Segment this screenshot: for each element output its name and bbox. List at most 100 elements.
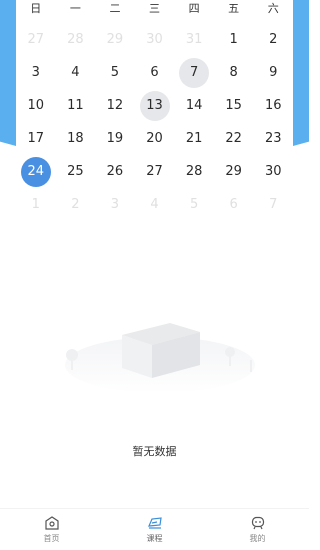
calendar-day[interactable]: 23: [258, 124, 288, 154]
calendar: 日 一 二 三 四 五 六 27 28 29 30 31 1 2 3 4 5 6 7 8 9 10 11 12 1…: [16, 0, 293, 218]
calendar-cell: 20: [135, 122, 175, 155]
calendar-cell: 21: [174, 122, 214, 155]
calendar-day[interactable]: 9: [258, 58, 288, 88]
calendar-day[interactable]: 14: [179, 91, 209, 121]
calendar-cell: 17: [16, 122, 56, 155]
calendar-day[interactable]: 6: [140, 58, 170, 88]
calendar-cell: 7: [174, 56, 214, 89]
calendar-week-row: 24 25 26 27 28 29 30: [16, 155, 293, 188]
weekday-sat: 六: [267, 2, 279, 15]
calendar-day[interactable]: 29: [219, 157, 249, 187]
calendar-week-row: 10 11 12 13 14 15 16: [16, 89, 293, 122]
calendar-day[interactable]: 26: [100, 157, 130, 187]
calendar-cell: 3: [16, 56, 56, 89]
calendar-day[interactable]: 6: [219, 190, 249, 220]
calendar-week-row: 27 28 29 30 31 1 2: [16, 23, 293, 56]
calendar-day[interactable]: 1: [21, 190, 51, 220]
calendar-day[interactable]: 5: [100, 58, 130, 88]
accent-left: [0, 0, 16, 146]
calendar-cell: 18: [56, 122, 96, 155]
calendar-day[interactable]: 19: [100, 124, 130, 154]
calendar-day[interactable]: 15: [219, 91, 249, 121]
calendar-cell: 31: [174, 23, 214, 56]
calendar-cell: 22: [214, 122, 254, 155]
schedule-page: 日 一 二 三 四 五 六 27 28 29 30 31 1 2 3 4 5 6 7 8 9 10 11 12 1…: [0, 0, 309, 550]
calendar-day[interactable]: 13: [139, 90, 170, 121]
calendar-cell: 19: [95, 122, 135, 155]
calendar-cell: 7: [253, 188, 293, 221]
weekday-mon: 一: [69, 2, 81, 15]
calendar-cell: 2: [56, 188, 96, 221]
calendar-day[interactable]: 2: [60, 190, 90, 220]
calendar-cell: 1: [214, 23, 254, 56]
calendar-day[interactable]: 2: [258, 25, 288, 55]
home-icon: [44, 516, 59, 530]
calendar-day[interactable]: 27: [140, 157, 170, 187]
calendar-cell: 4: [135, 188, 175, 221]
calendar-cell: 11: [56, 89, 96, 122]
weekday-tue: 二: [109, 2, 121, 15]
calendar-cell: 30: [135, 23, 175, 56]
calendar-day[interactable]: 25: [60, 157, 90, 187]
calendar-cell: 29: [95, 23, 135, 56]
accent-right: [293, 0, 309, 146]
nav-course[interactable]: 课程: [103, 509, 206, 550]
weekday-sun: 日: [30, 2, 42, 15]
calendar-cell: 3: [95, 188, 135, 221]
calendar-day[interactable]: 31: [179, 25, 209, 55]
calendar-cell: 13: [135, 89, 175, 122]
calendar-cell: 4: [56, 56, 96, 89]
calendar-cell: 27: [16, 23, 56, 56]
nav-profile[interactable]: 我的: [206, 509, 309, 550]
weekday-wed: 三: [149, 2, 161, 15]
calendar-cell: 2: [253, 23, 293, 56]
calendar-day[interactable]: 3: [100, 190, 130, 220]
calendar-day[interactable]: 7: [258, 190, 288, 220]
calendar-cell: 28: [174, 155, 214, 188]
calendar-day[interactable]: 5: [179, 190, 209, 220]
calendar-cell: 10: [16, 89, 56, 122]
calendar-day[interactable]: 8: [219, 58, 249, 88]
calendar-day[interactable]: 22: [219, 124, 249, 154]
empty-state-text: 暂无数据: [132, 445, 177, 458]
calendar-day[interactable]: 16: [258, 91, 288, 121]
calendar-day[interactable]: 11: [60, 91, 90, 121]
calendar-cell: 30: [253, 155, 293, 188]
calendar-day[interactable]: 7: [179, 57, 210, 88]
calendar-day[interactable]: 10: [21, 91, 51, 121]
calendar-day[interactable]: 27: [21, 25, 51, 55]
calendar-day[interactable]: 30: [140, 25, 170, 55]
nav-home[interactable]: 首页: [0, 509, 103, 550]
calendar-day[interactable]: 3: [21, 58, 51, 88]
nav-course-label: 课程: [146, 534, 163, 543]
calendar-day[interactable]: 21: [179, 124, 209, 154]
profile-icon: [251, 516, 264, 530]
calendar-day[interactable]: 12: [100, 91, 130, 121]
calendar-cell: 6: [135, 56, 175, 89]
bottom-nav: 首页 课程 我的: [0, 508, 309, 550]
nav-profile-label: 我的: [249, 534, 266, 543]
calendar-day[interactable]: 30: [258, 157, 288, 187]
calendar-cell: 29: [214, 155, 254, 188]
day-grid: 27 28 29 30 31 1 2 3 4 5 6 7 8 9 10 11 12 13 14 15 16 17 18 19 2…: [16, 23, 293, 221]
calendar-day[interactable]: 28: [179, 157, 209, 187]
calendar-day[interactable]: 17: [21, 124, 51, 154]
calendar-cell: 8: [214, 56, 254, 89]
calendar-day[interactable]: 20: [140, 124, 170, 154]
nav-home-label: 首页: [43, 534, 60, 543]
calendar-day[interactable]: 4: [140, 190, 170, 220]
calendar-day[interactable]: 1: [219, 25, 249, 55]
calendar-week-row: 17 18 19 20 21 22 23: [16, 122, 293, 155]
calendar-cell: 1: [16, 188, 56, 221]
course-icon: [147, 517, 162, 529]
calendar-cell: 6: [214, 188, 254, 221]
calendar-day[interactable]: 18: [60, 124, 90, 154]
calendar-week-row: 3456789: [16, 56, 293, 89]
calendar-day[interactable]: 29: [100, 25, 130, 55]
calendar-day[interactable]: 28: [60, 25, 90, 55]
calendar-day-today[interactable]: 24: [20, 156, 51, 187]
calendar-cell: 23: [253, 122, 293, 155]
calendar-cell: 14: [174, 89, 214, 122]
calendar-cell: 9: [253, 56, 293, 89]
calendar-day[interactable]: 4: [60, 58, 90, 88]
